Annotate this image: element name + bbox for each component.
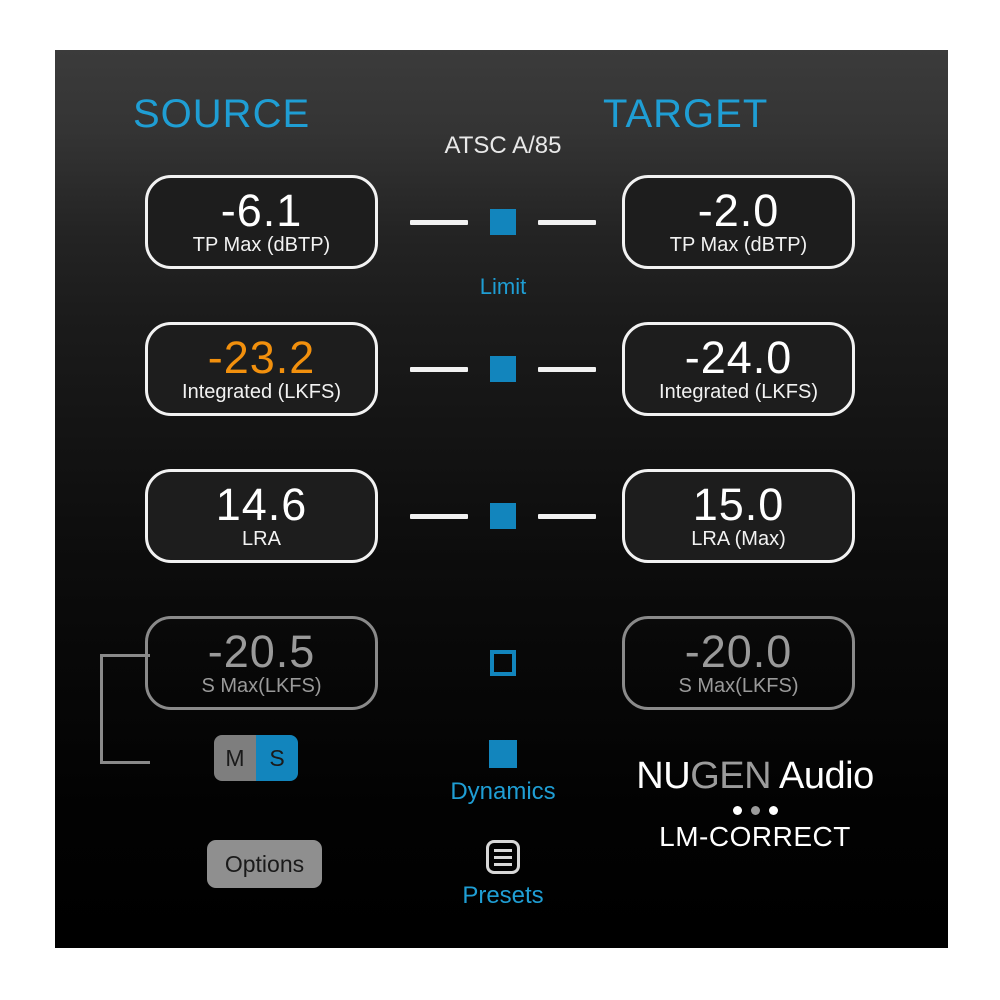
brand-name-mid: GEN bbox=[690, 755, 772, 797]
link-control-lra bbox=[378, 469, 628, 563]
list-icon-line bbox=[494, 855, 512, 859]
mode-button-s[interactable]: S bbox=[256, 735, 298, 781]
link-control-s-max bbox=[378, 616, 628, 710]
momentary-short-toggle[interactable]: M S bbox=[214, 735, 298, 781]
brand-dot bbox=[768, 806, 778, 815]
target-label-lra: LRA (Max) bbox=[691, 527, 786, 550]
source-value-box-integrated[interactable]: -23.2 Integrated (LKFS) bbox=[145, 322, 378, 416]
link-checkbox-lra[interactable] bbox=[490, 503, 516, 529]
source-column-heading: SOURCE bbox=[133, 92, 311, 136]
target-value-tp-max: -2.0 bbox=[697, 184, 780, 236]
source-value-integrated: -23.2 bbox=[207, 331, 316, 383]
dynamics-checkbox[interactable] bbox=[489, 740, 517, 768]
link-checkbox-tp-max[interactable] bbox=[490, 209, 516, 235]
loudness-standard-label: ATSC A/85 bbox=[444, 132, 562, 159]
source-label-s-max: S Max(LKFS) bbox=[201, 674, 322, 697]
link-caption-limit: Limit bbox=[479, 274, 527, 299]
link-dash-left-lra bbox=[410, 513, 468, 519]
brand-name-prefix: NU bbox=[636, 755, 691, 797]
target-value-box-s-max[interactable]: -20.0 S Max(LKFS) bbox=[622, 616, 855, 710]
link-control-tp-max bbox=[378, 175, 628, 269]
mode-button-m[interactable]: M bbox=[214, 735, 256, 781]
list-icon-line bbox=[494, 862, 512, 866]
link-dash-left-integrated bbox=[410, 366, 468, 372]
target-value-s-max: -20.0 bbox=[684, 625, 793, 677]
source-label-integrated: Integrated (LKFS) bbox=[182, 380, 341, 403]
link-checkbox-integrated[interactable] bbox=[490, 356, 516, 382]
brand-name: NUGEN Audio bbox=[610, 755, 900, 798]
target-value-box-lra[interactable]: 15.0 LRA (Max) bbox=[622, 469, 855, 563]
dynamics-label: Dynamics bbox=[450, 778, 556, 805]
target-value-box-integrated[interactable]: -24.0 Integrated (LKFS) bbox=[622, 322, 855, 416]
product-name: LM-CORRECT bbox=[659, 821, 851, 852]
target-label-integrated: Integrated (LKFS) bbox=[659, 380, 818, 403]
brand-dots-icon bbox=[610, 806, 900, 815]
source-value-box-tp-max[interactable]: -6.1 TP Max (dBTP) bbox=[145, 175, 378, 269]
presets-label: Presets bbox=[462, 882, 544, 909]
brand-dot bbox=[732, 806, 742, 815]
plugin-window: SOURCE TARGET ATSC A/85 -6.1 TP Max (dBT… bbox=[55, 50, 948, 948]
brand-name-suffix: Audio bbox=[771, 755, 874, 797]
source-value-lra: 14.6 bbox=[215, 478, 308, 530]
dynamics-group: Dynamics bbox=[378, 740, 628, 806]
link-checkbox-s-max[interactable] bbox=[490, 650, 516, 676]
target-value-lra: 15.0 bbox=[692, 478, 785, 530]
target-label-s-max: S Max(LKFS) bbox=[678, 674, 799, 697]
brand-block: NUGEN Audio LM-CORRECT bbox=[610, 755, 900, 853]
brand-dot bbox=[750, 806, 760, 815]
list-icon-line bbox=[494, 848, 512, 852]
link-dash-right-integrated bbox=[538, 366, 596, 372]
link-control-integrated bbox=[378, 322, 628, 416]
source-value-s-max: -20.5 bbox=[207, 625, 316, 677]
target-column-heading: TARGET bbox=[603, 92, 769, 136]
options-button[interactable]: Options bbox=[207, 840, 322, 888]
target-value-integrated: -24.0 bbox=[684, 331, 793, 383]
list-icon[interactable] bbox=[486, 840, 520, 874]
source-value-tp-max: -6.1 bbox=[220, 184, 303, 236]
source-value-box-s-max[interactable]: -20.5 S Max(LKFS) bbox=[145, 616, 378, 710]
source-label-tp-max: TP Max (dBTP) bbox=[192, 233, 331, 256]
link-dash-left-tp-max bbox=[410, 219, 468, 225]
link-dash-right-tp-max bbox=[538, 219, 596, 225]
target-label-tp-max: TP Max (dBTP) bbox=[669, 233, 808, 256]
link-dash-right-lra bbox=[538, 513, 596, 519]
target-value-box-tp-max[interactable]: -2.0 TP Max (dBTP) bbox=[622, 175, 855, 269]
source-value-box-lra[interactable]: 14.6 LRA bbox=[145, 469, 378, 563]
s-max-mode-bracket bbox=[100, 654, 150, 764]
source-label-lra: LRA bbox=[242, 527, 281, 550]
presets-group[interactable]: Presets bbox=[378, 840, 628, 910]
